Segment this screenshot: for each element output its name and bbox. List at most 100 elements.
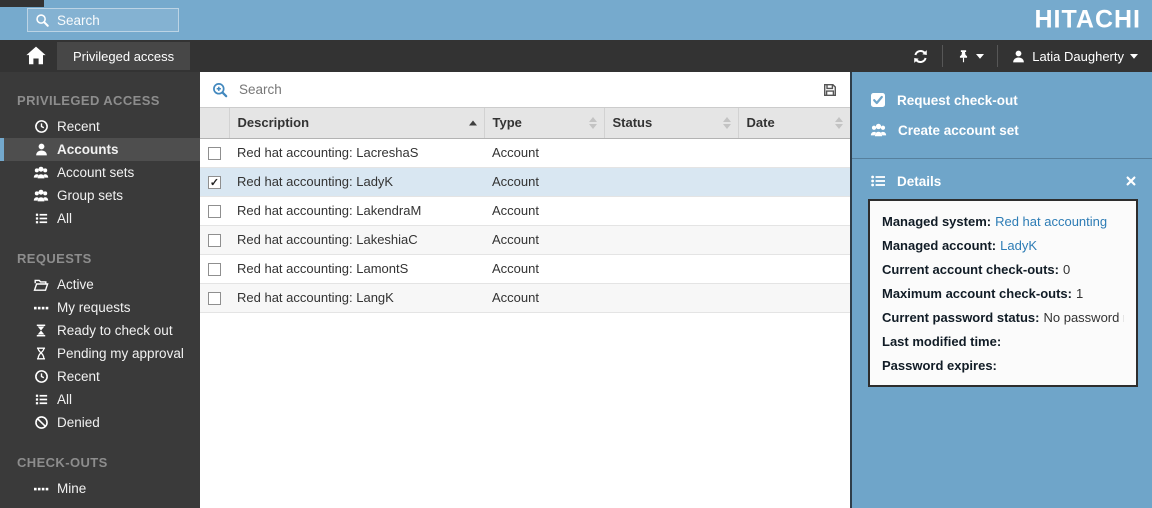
folder-open-icon [33, 277, 49, 293]
save-icon [822, 82, 838, 98]
column-header-type[interactable]: Type [484, 108, 604, 138]
cell-status [604, 167, 738, 196]
action-label: Create account set [898, 123, 1019, 138]
section-title: REQUESTS [0, 246, 200, 273]
global-search-input[interactable] [57, 13, 171, 28]
cell-status [604, 196, 738, 225]
column-header-description[interactable]: Description [229, 108, 484, 138]
sidebar-item-label: All [57, 392, 72, 407]
refresh-button[interactable] [912, 48, 929, 65]
sidebar-item-mine[interactable]: Mine [0, 477, 200, 500]
row-checkbox[interactable] [208, 147, 221, 160]
sidebar-section-requests: REQUESTS Active My requests Ready to che… [0, 246, 200, 434]
privileged-access-tab[interactable]: Privileged access [57, 42, 190, 70]
cell-type: Account [484, 283, 604, 312]
close-icon [1125, 175, 1137, 187]
column-header-date[interactable]: Date [738, 108, 850, 138]
sidebar-item-all-requests[interactable]: All [0, 388, 200, 411]
top-bar: HITACHI [0, 0, 1152, 40]
sidebar-item-my-requests[interactable]: My requests [0, 296, 200, 319]
sidebar-item-recent[interactable]: Recent [0, 115, 200, 138]
sidebar-item-label: Ready to check out [57, 323, 173, 338]
home-button[interactable] [25, 45, 47, 67]
users-icon [870, 122, 887, 139]
row-checkbox[interactable] [208, 205, 221, 218]
user-menu[interactable]: Latia Daugherty [1011, 49, 1138, 64]
sidebar-item-group-sets[interactable]: Group sets [0, 184, 200, 207]
row-checkbox[interactable] [208, 234, 221, 247]
divider [997, 45, 998, 67]
cell-description: Red hat accounting: LamontS [229, 254, 484, 283]
detail-field-password-expires: Password expires: [882, 358, 1124, 373]
cell-type: Account [484, 254, 604, 283]
table-search-bar [200, 72, 850, 108]
nav-bar: Privileged access [0, 40, 1152, 72]
hourglass-outline-icon [34, 346, 48, 361]
sidebar-item-recent-requests[interactable]: Recent [0, 365, 200, 388]
zoom-in-search-icon[interactable] [212, 82, 228, 98]
table-row[interactable]: Red hat accounting: LakeshiaC Account [200, 225, 850, 254]
detail-field-current-check-outs: Current account check-outs:0 [882, 262, 1124, 277]
row-checkbox[interactable] [208, 263, 221, 276]
cell-description: Red hat accounting: LakendraM [229, 196, 484, 225]
sidebar-item-ready-to-check-out[interactable]: Ready to check out [0, 319, 200, 342]
users-icon [33, 165, 49, 181]
sidebar-item-account-sets[interactable]: Account sets [0, 161, 200, 184]
cell-type: Account [484, 167, 604, 196]
close-button[interactable] [1125, 175, 1137, 187]
accounts-table: Description Type Status Date [200, 108, 850, 313]
row-checkbox[interactable] [208, 292, 221, 305]
details-list-icon [870, 173, 886, 189]
create-account-set-button[interactable]: Create account set [852, 115, 1152, 146]
sidebar-item-label: Pending my approval [57, 346, 184, 361]
cell-date [738, 225, 850, 254]
cell-description: Red hat accounting: LakeshiaC [229, 225, 484, 254]
sidebar-item-label: Group sets [57, 188, 123, 203]
sidebar-item-active[interactable]: Active [0, 273, 200, 296]
pin-menu-button[interactable] [956, 49, 984, 64]
main-area: Description Type Status Date [200, 72, 850, 508]
user-icon [1011, 49, 1026, 64]
sidebar-item-accounts[interactable]: Accounts [0, 138, 200, 161]
save-button[interactable] [814, 82, 838, 98]
cell-status [604, 254, 738, 283]
managed-system-link[interactable]: Red hat accounting [995, 214, 1107, 229]
details-header: Details [852, 159, 1152, 199]
user-icon [34, 142, 49, 157]
sidebar-item-label: Denied [57, 415, 100, 430]
top-left-dark-strip [0, 0, 44, 7]
request-check-out-button[interactable]: Request check-out [852, 85, 1152, 115]
sidebar-item-label: All [57, 211, 72, 226]
managed-account-link[interactable]: LadyK [1000, 238, 1037, 253]
detail-field-password-status: Current password status:No password rec.… [882, 310, 1124, 325]
cell-description: Red hat accounting: LadyK [229, 167, 484, 196]
sidebar-item-label: Accounts [57, 142, 119, 157]
table-row[interactable]: Red hat accounting: LangK Account [200, 283, 850, 312]
content-area: PRIVILEGED ACCESS Recent Accounts Accoun… [0, 72, 1152, 508]
select-all-column-header[interactable] [200, 108, 229, 138]
section-title: PRIVILEGED ACCESS [0, 88, 200, 115]
sidebar-item-all-accounts[interactable]: All [0, 207, 200, 230]
sidebar-item-denied[interactable]: Denied [0, 411, 200, 434]
table-row[interactable]: Red hat accounting: LacreshaS Account [200, 138, 850, 167]
cell-status [604, 225, 738, 254]
row-checkbox[interactable]: ✓ [208, 176, 221, 189]
cell-date [738, 196, 850, 225]
cell-date [738, 283, 850, 312]
detail-field-last-modified: Last modified time: [882, 334, 1124, 349]
sidebar-item-pending-my-approval[interactable]: Pending my approval [0, 342, 200, 365]
panel-actions: Request check-out Create account set [852, 72, 1152, 146]
table-search-input[interactable] [239, 82, 814, 97]
details-title: Details [897, 174, 941, 189]
detail-field-managed-account: Managed account:LadyK [882, 238, 1124, 253]
table-row[interactable]: Red hat accounting: LamontS Account [200, 254, 850, 283]
table-row[interactable]: ✓ Red hat accounting: LadyK Account [200, 167, 850, 196]
table-row[interactable]: Red hat accounting: LakendraM Account [200, 196, 850, 225]
users-icon [33, 188, 49, 204]
divider [942, 45, 943, 67]
action-label: Request check-out [897, 93, 1018, 108]
sidebar-section-privileged-access: PRIVILEGED ACCESS Recent Accounts Accoun… [0, 88, 200, 230]
column-header-status[interactable]: Status [604, 108, 738, 138]
global-search[interactable] [27, 8, 179, 32]
sidebar-item-label: Recent [57, 119, 100, 134]
